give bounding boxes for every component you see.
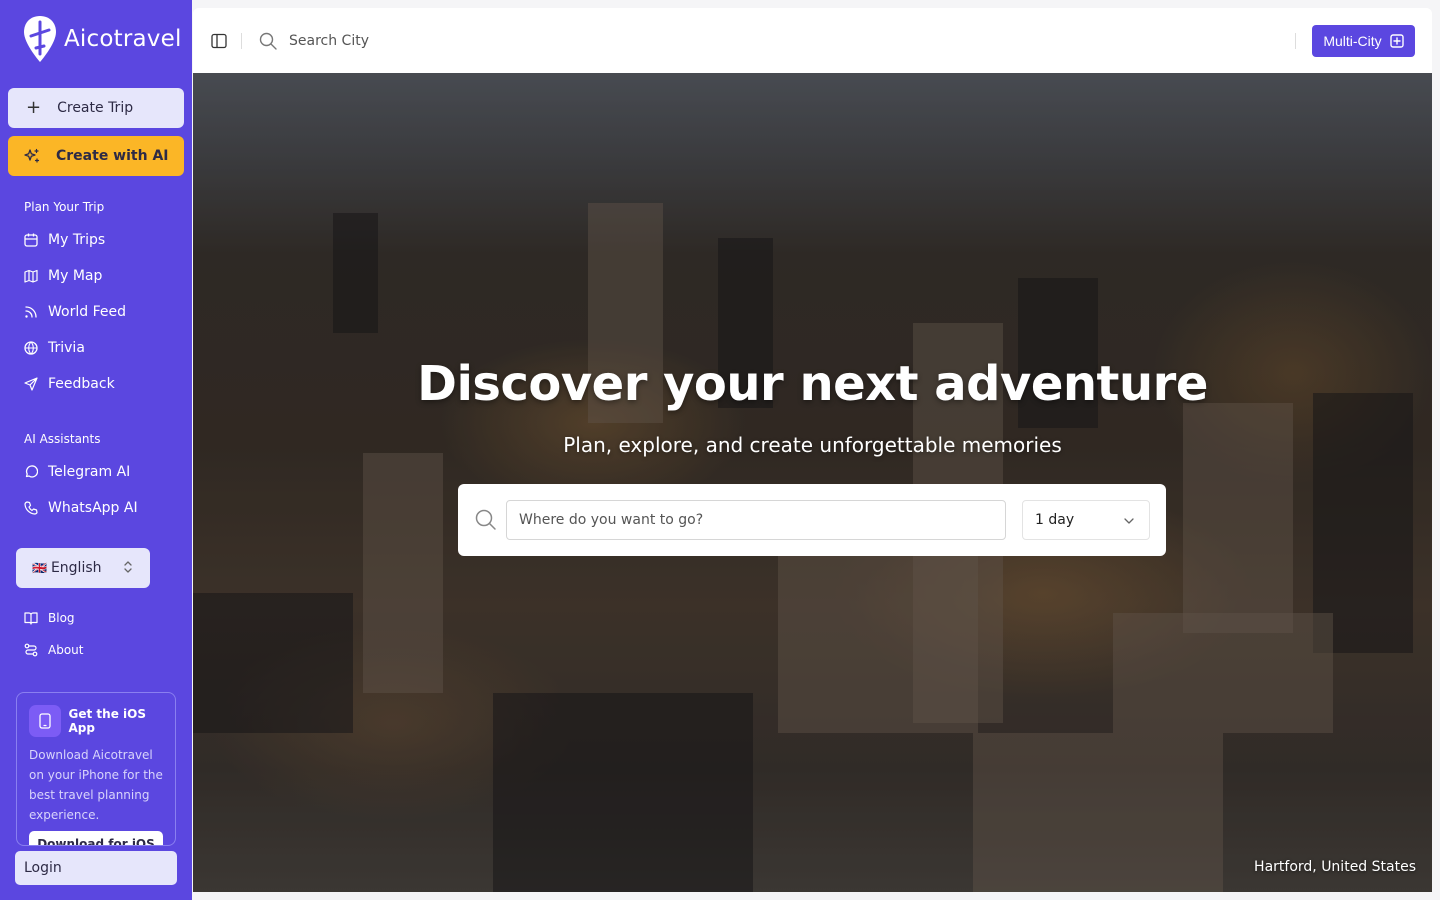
language-label: English (50, 560, 102, 576)
logo-pin-icon (24, 16, 56, 62)
hero-title: Discover your next adventure (417, 356, 1208, 412)
smartphone-icon (29, 705, 61, 737)
sidebar-toggle-icon[interactable] (211, 33, 227, 49)
nav-whatsapp-ai[interactable]: WhatsApp AI (24, 498, 138, 518)
divider (1295, 33, 1296, 49)
hero-subtitle: Plan, explore, and create unforgettable … (563, 433, 1062, 457)
book-icon (24, 612, 38, 625)
search-city-input[interactable] (289, 33, 589, 49)
globe-icon (24, 341, 38, 355)
sparkles-icon (24, 148, 40, 163)
destination-input[interactable] (506, 500, 1006, 540)
phone-icon (24, 501, 38, 515)
hero-overlay (193, 73, 1432, 892)
ai-assistants-heading: AI Assistants (24, 432, 101, 446)
ios-app-card: Get the iOS App Download Aicotravel on y… (16, 692, 176, 846)
nav-my-trips[interactable]: My Trips (24, 230, 105, 250)
hero-section: Discover your next adventure Plan, explo… (193, 73, 1432, 892)
app-name: Aicotravel (64, 26, 182, 52)
trip-search-card: 1 day (458, 484, 1166, 556)
chevron-down-icon (1124, 518, 1134, 524)
plus-icon: + (26, 97, 42, 118)
nav-feedback[interactable]: Feedback (24, 374, 115, 394)
create-trip-button[interactable]: + Create Trip (8, 88, 184, 128)
ios-card-description: Download Aicotravel on your iPhone for t… (29, 748, 163, 822)
plus-square-icon (1389, 34, 1404, 48)
create-trip-label: Create Trip (57, 100, 134, 116)
download-ios-button[interactable]: Download for iOS (29, 831, 163, 845)
photo-location-caption: Hartford, United States (1254, 859, 1416, 875)
nav-world-feed[interactable]: World Feed (24, 302, 126, 322)
top-bar: Multi-City (193, 8, 1432, 73)
nav-blog[interactable]: Blog (24, 609, 75, 627)
create-with-ai-button[interactable]: Create with AI (8, 136, 184, 176)
plan-your-trip-heading: Plan Your Trip (24, 200, 105, 214)
multi-city-button[interactable]: Multi-City (1312, 25, 1415, 57)
logo[interactable]: Aicotravel (22, 14, 182, 64)
nav-blog-label: Blog (48, 611, 75, 625)
duration-select[interactable]: 1 day (1022, 500, 1150, 540)
nav-trivia-label: Trivia (48, 340, 85, 356)
language-select[interactable]: 🇬🇧 English (16, 548, 150, 588)
duration-value: 1 day (1035, 512, 1075, 528)
search-icon (259, 32, 277, 50)
route-icon (24, 643, 38, 657)
nav-my-trips-label: My Trips (48, 232, 106, 248)
nav-telegram-ai[interactable]: Telegram AI (24, 462, 130, 482)
nav-my-map[interactable]: My Map (24, 266, 102, 286)
login-button[interactable]: Login (15, 851, 177, 885)
ios-card-title: Get the iOS App (68, 707, 146, 735)
search-icon (475, 509, 496, 530)
multi-city-label: Multi-City (1323, 33, 1382, 49)
send-icon (24, 377, 38, 391)
calendar-icon (24, 233, 38, 247)
divider (241, 33, 242, 49)
sidebar: Aicotravel + Create Trip Create with AI … (0, 0, 192, 900)
nav-about-label: About (48, 643, 84, 657)
nav-about[interactable]: About (24, 641, 83, 659)
chevrons-up-down-icon (124, 561, 132, 573)
rss-icon (25, 306, 37, 318)
map-icon (24, 269, 38, 283)
ios-card-header: Get the iOS App (29, 705, 175, 737)
nav-world-feed-label: World Feed (48, 304, 126, 320)
create-with-ai-label: Create with AI (56, 148, 169, 164)
message-circle-icon (25, 465, 38, 478)
nav-whatsapp-ai-label: WhatsApp AI (48, 500, 138, 516)
nav-my-map-label: My Map (48, 268, 103, 284)
nav-feedback-label: Feedback (48, 376, 115, 392)
main-content: Multi-City Discover your next adventure … (193, 8, 1432, 892)
nav-trivia[interactable]: Trivia (24, 338, 85, 358)
nav-telegram-ai-label: Telegram AI (48, 464, 131, 480)
uk-flag-icon: 🇬🇧 (32, 561, 47, 575)
